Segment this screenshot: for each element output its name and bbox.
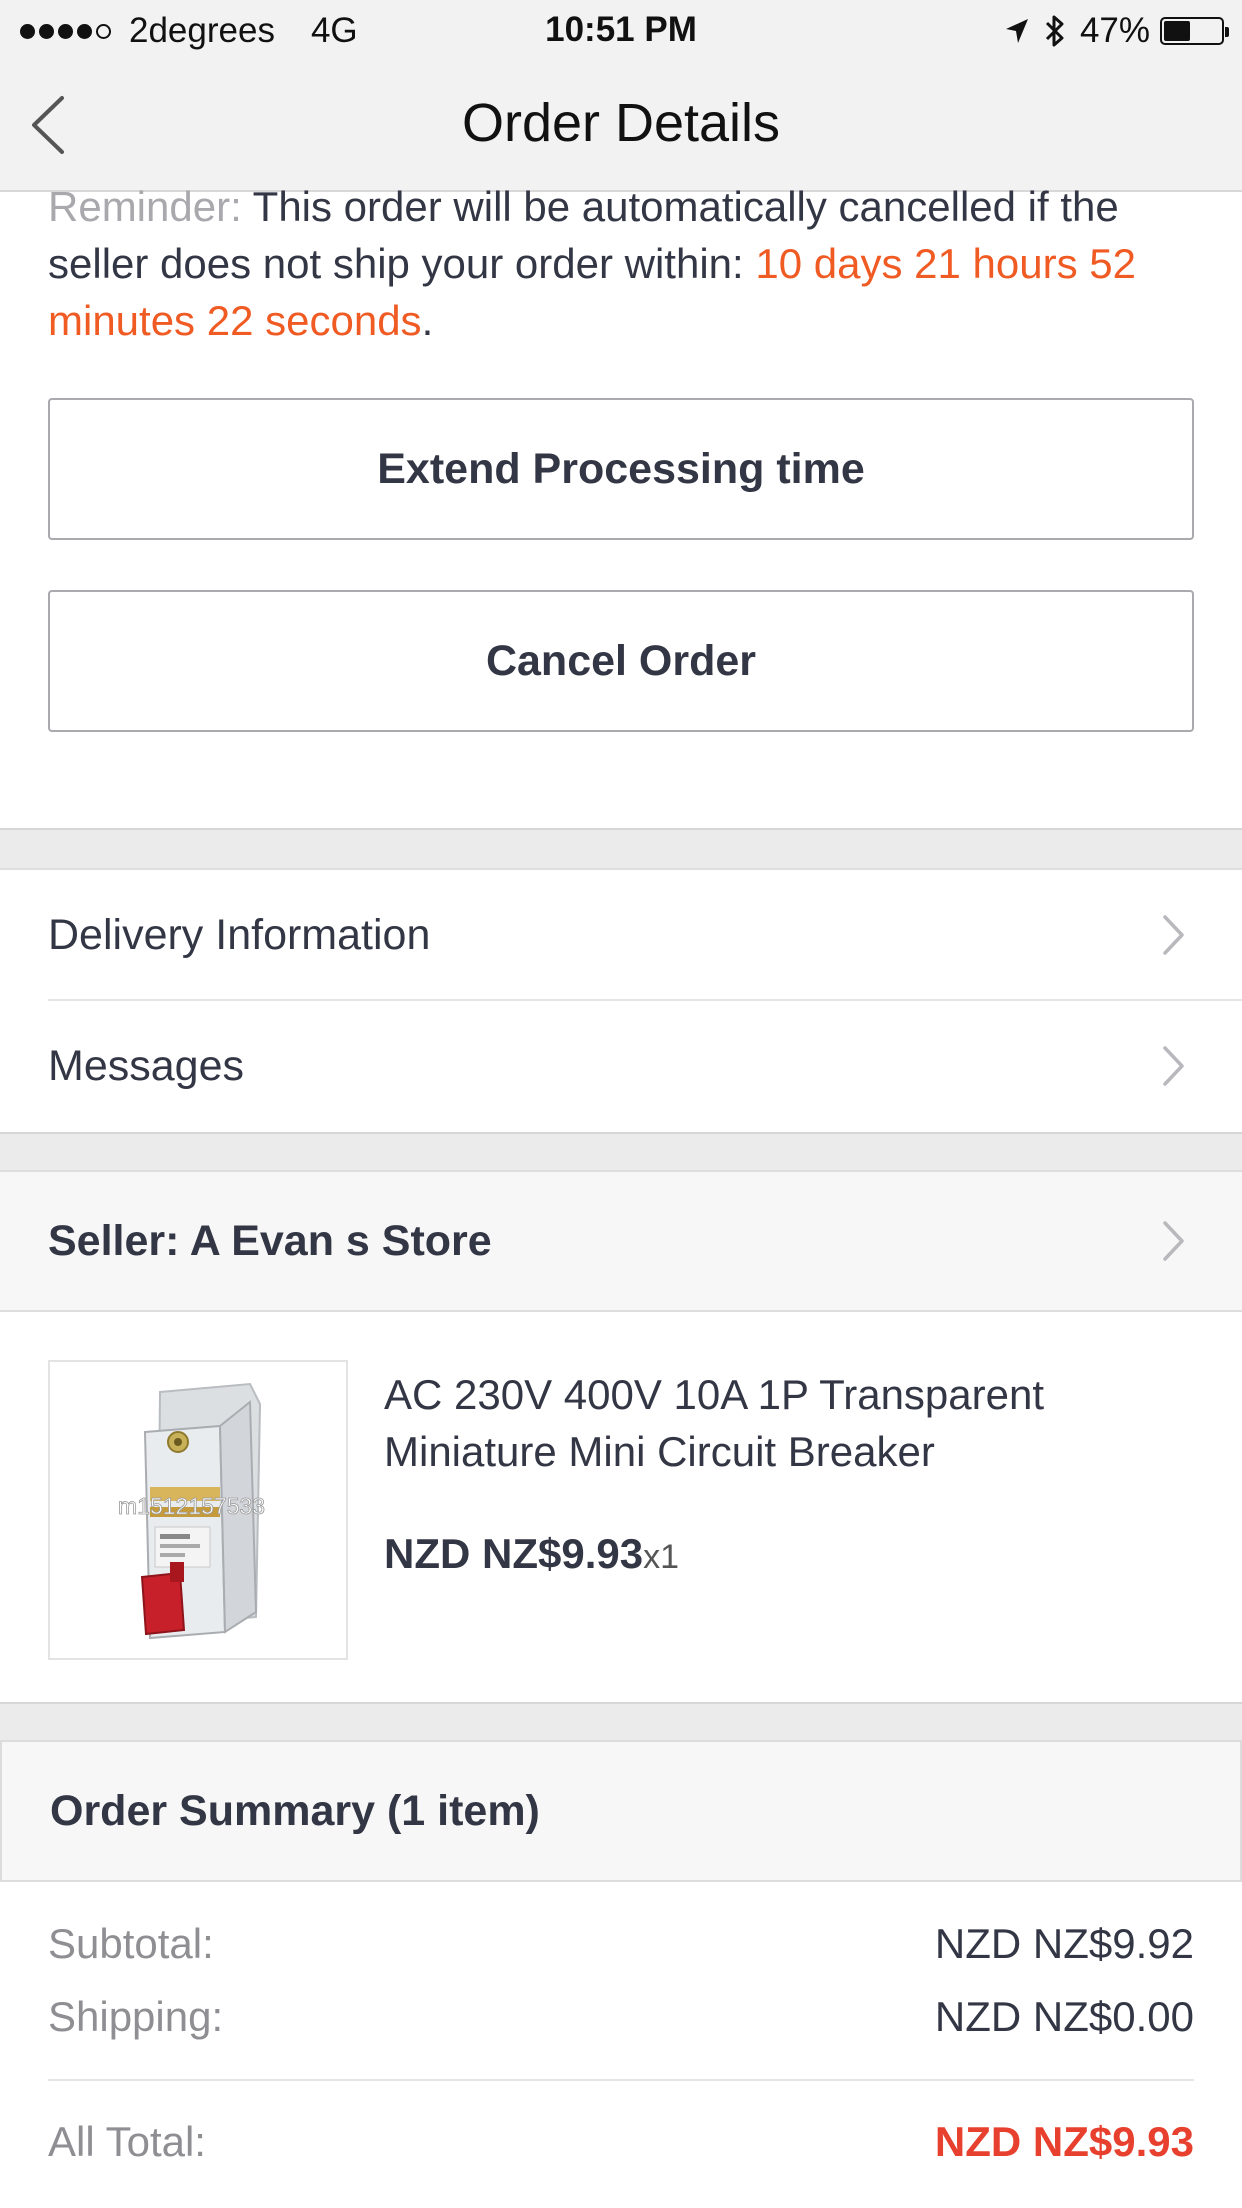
status-right: 47%	[990, 10, 1229, 52]
cancel-order-button[interactable]: Cancel Order	[48, 590, 1194, 732]
subtotal-row: Subtotal: NZD NZ$9.92	[48, 1920, 1194, 1968]
reminder-label: Reminder:	[48, 183, 242, 230]
bluetooth-icon	[1044, 14, 1066, 48]
battery-icon	[1160, 17, 1229, 45]
chevron-right-icon	[1162, 1045, 1186, 1087]
delivery-information-label: Delivery Information	[48, 910, 431, 959]
circuit-breaker-image: m1512157533	[50, 1362, 345, 1657]
messages-row[interactable]: Messages	[0, 1001, 1242, 1131]
battery-percent: 47%	[1079, 11, 1150, 50]
section-divider	[0, 1702, 1242, 1740]
page-title: Order Details	[461, 93, 781, 153]
shipping-label: Shipping:	[48, 1993, 224, 2040]
section-divider	[0, 1132, 1242, 1172]
product-price-line: NZD NZ$9.93x1	[384, 1530, 679, 1578]
total-label: All Total:	[48, 2118, 206, 2165]
total-row: All Total: NZD NZ$9.93	[48, 2118, 1194, 2166]
navigation-bar: Order Details	[0, 62, 1242, 192]
subtotal-label: Subtotal:	[48, 1920, 214, 1967]
total-value: NZD NZ$9.93	[934, 2118, 1194, 2165]
product-item[interactable]: m1512157533 AC 230V 400V 10A 1P Transpar…	[0, 1312, 1242, 1702]
delivery-information-row[interactable]: Delivery Information	[0, 870, 1242, 1000]
seller-row[interactable]: Seller: A Evan s Store	[0, 1172, 1242, 1312]
shipping-row: Shipping: NZD NZ$0.00	[48, 1993, 1194, 2041]
location-arrow-icon	[1004, 17, 1030, 45]
section-divider	[0, 828, 1242, 870]
cancellation-reminder: Reminder: This order will be automatical…	[48, 178, 1198, 349]
order-summary-header: Order Summary (1 item)	[0, 1740, 1242, 1882]
product-quantity: x1	[643, 1538, 679, 1576]
shipping-value: NZD NZ$0.00	[934, 1993, 1194, 2040]
product-image[interactable]: m1512157533	[48, 1360, 348, 1660]
messages-label: Messages	[48, 1041, 244, 1090]
extend-processing-time-button[interactable]: Extend Processing time	[48, 398, 1194, 540]
summary-divider	[48, 2079, 1194, 2081]
status-bar: 2degrees 4G 10:51 PM 47%	[0, 0, 1242, 62]
product-title[interactable]: AC 230V 400V 10A 1P Transparent Miniatur…	[384, 1366, 1164, 1480]
chevron-right-icon	[1162, 1220, 1186, 1262]
product-price: NZD NZ$9.93	[384, 1530, 644, 1577]
seller-name: Seller: A Evan s Store	[48, 1216, 492, 1265]
image-watermark: m1512157533	[118, 1493, 265, 1519]
chevron-right-icon	[1162, 914, 1186, 956]
subtotal-value: NZD NZ$9.92	[934, 1920, 1194, 1967]
reminder-end: .	[421, 297, 434, 344]
